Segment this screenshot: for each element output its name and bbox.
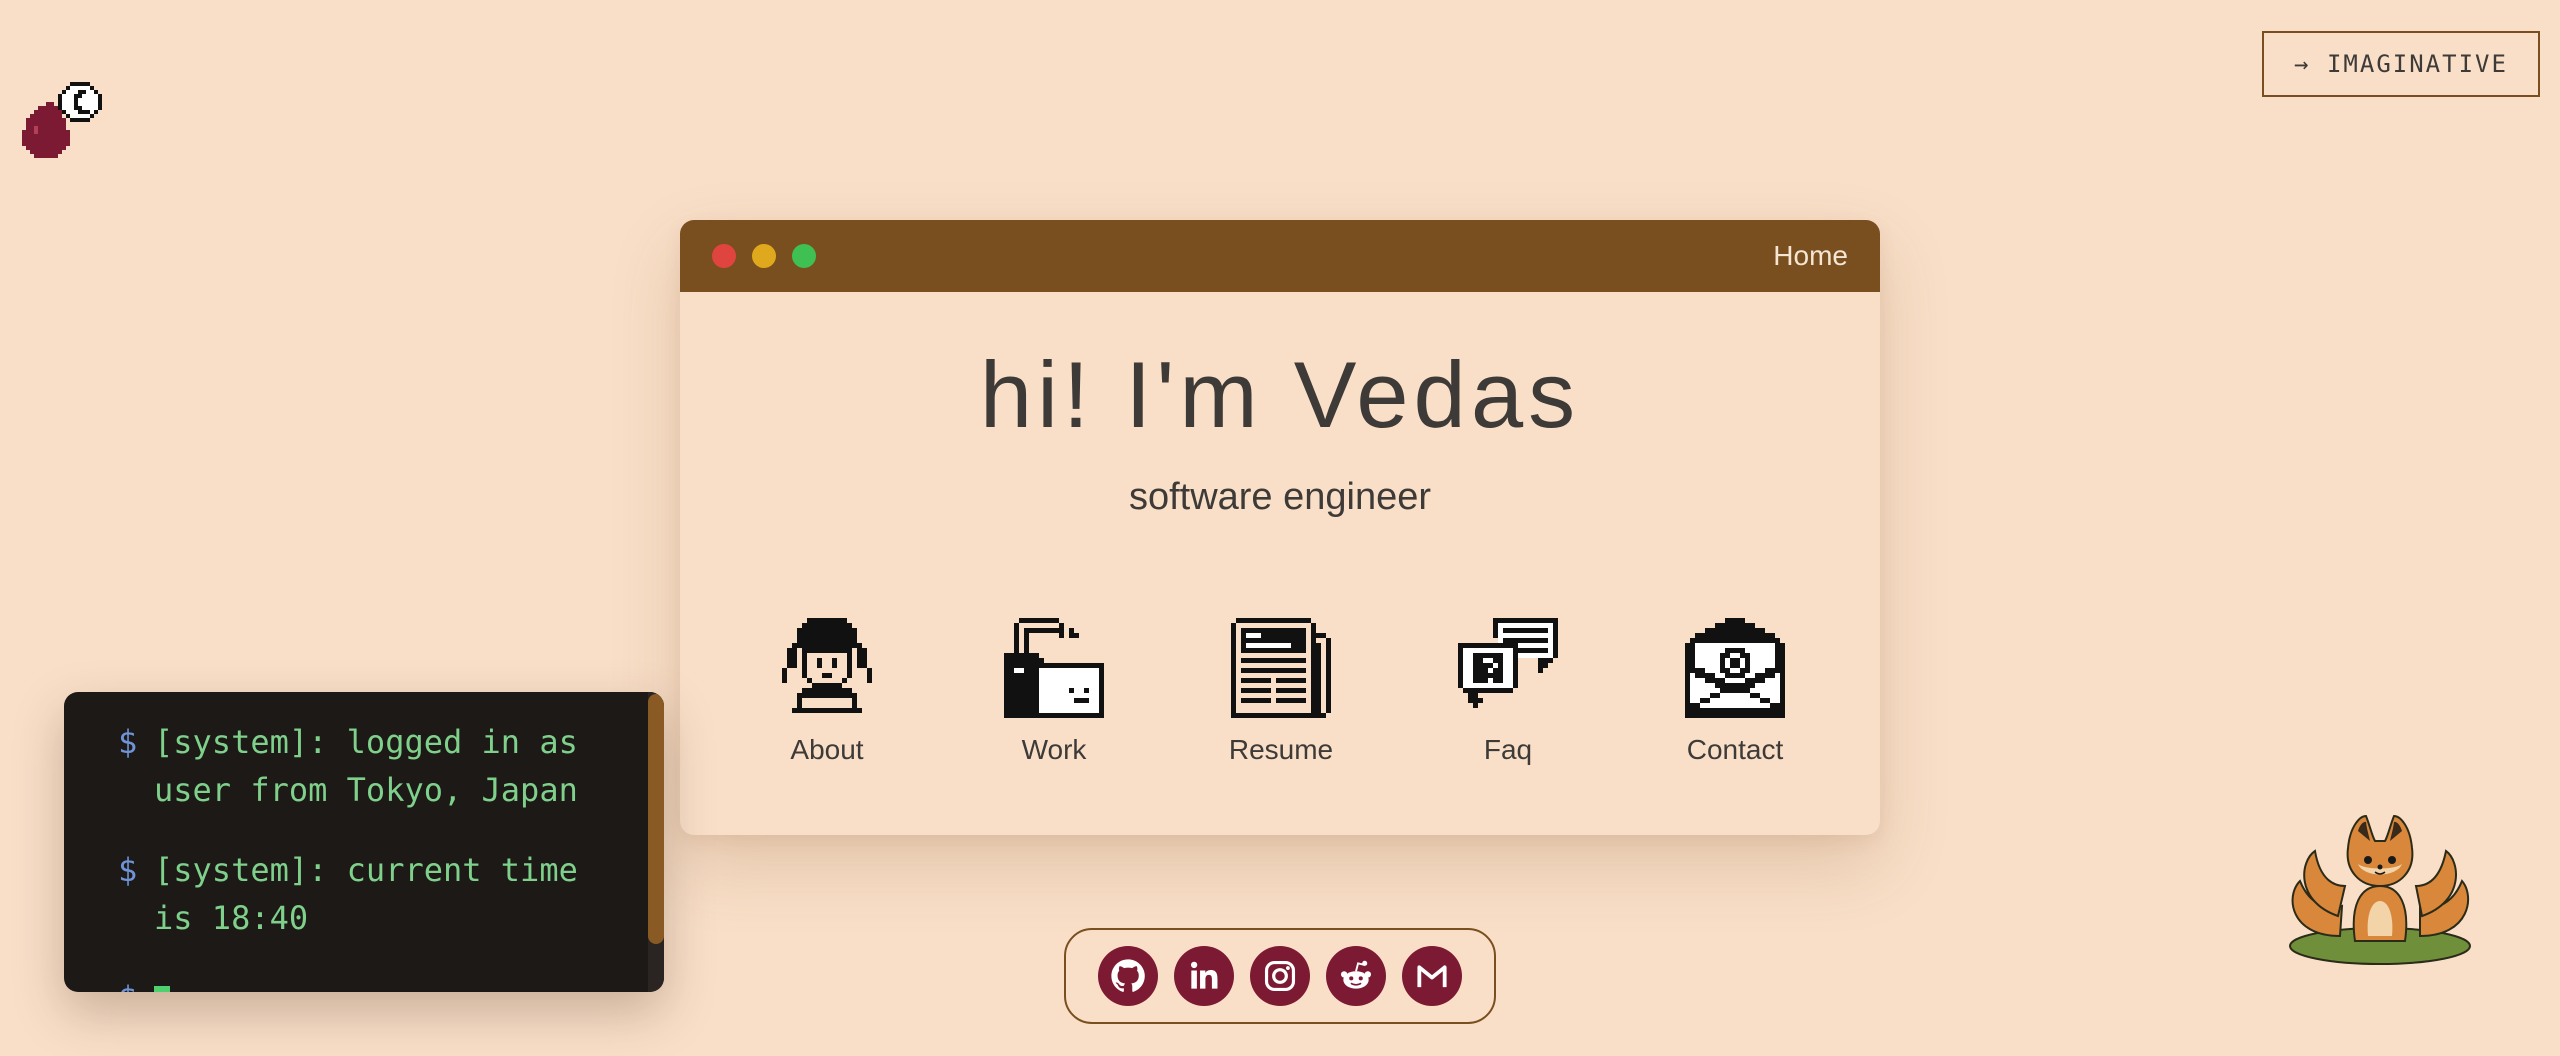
gmail-link[interactable] <box>1402 946 1462 1006</box>
folder-icon <box>1004 618 1104 718</box>
terminal-prompt: $ <box>118 974 154 992</box>
terminal-cursor <box>154 986 170 992</box>
app-faq[interactable]: Faq <box>1428 618 1588 766</box>
terminal-text: [system]: logged in as user from Tokyo, … <box>154 723 578 809</box>
github-icon <box>1111 959 1145 992</box>
app-resume[interactable]: Resume <box>1201 618 1361 766</box>
app-label: About <box>790 734 864 765</box>
arrow-icon: → <box>2294 50 2311 78</box>
instagram-link[interactable] <box>1250 946 1310 1006</box>
terminal-text: [system]: current time is 18:40 <box>154 851 578 937</box>
reddit-icon <box>1340 960 1372 989</box>
app-label: Work <box>1021 734 1087 765</box>
github-link[interactable] <box>1098 946 1158 1006</box>
terminal-line: $ [system]: current time is 18:40 <box>118 846 604 942</box>
app-contact[interactable]: Contact <box>1655 618 1815 766</box>
terminal-prompt: $ <box>118 851 138 889</box>
minimize-window-button[interactable] <box>752 244 776 268</box>
window-titlebar[interactable]: Home <box>680 220 1880 292</box>
terminal-panel[interactable]: $ [system]: logged in as user from Tokyo… <box>64 692 664 992</box>
terminal-input-line[interactable]: $ <box>118 974 604 992</box>
newspaper-icon <box>1231 618 1331 718</box>
speech-bubbles-icon <box>1458 618 1558 708</box>
terminal-line: $ [system]: logged in as user from Tokyo… <box>118 718 604 814</box>
fox-illustration <box>2280 786 2500 976</box>
imaginative-mode-button[interactable]: → IMAGINATIVE <box>2262 31 2540 97</box>
home-window: Home hi! I'm Vedas software engineer Abo… <box>680 220 1880 835</box>
close-window-button[interactable] <box>712 244 736 268</box>
envelope-icon <box>1685 618 1785 718</box>
theme-toggle-icon[interactable] <box>22 78 106 162</box>
app-label: Resume <box>1228 734 1334 765</box>
linkedin-link[interactable] <box>1174 946 1234 1006</box>
instagram-icon <box>1264 960 1296 992</box>
maximize-window-button[interactable] <box>792 244 816 268</box>
terminal-prompt: $ <box>118 723 138 761</box>
app-work[interactable]: Work <box>974 618 1134 766</box>
linkedin-icon <box>1190 961 1218 989</box>
terminal-scrollbar-thumb[interactable] <box>648 694 664 944</box>
reddit-link[interactable] <box>1326 946 1386 1006</box>
person-icon <box>782 618 872 713</box>
terminal-scrollbar[interactable] <box>648 692 664 992</box>
terminal-output: $ [system]: logged in as user from Tokyo… <box>118 718 604 992</box>
social-links-bar <box>1064 928 1496 1024</box>
window-title: Home <box>1773 240 1848 271</box>
hero-subtitle: software engineer <box>1128 476 1432 518</box>
app-label: Faq <box>1483 734 1533 765</box>
app-label: Contact <box>1686 734 1784 765</box>
gmail-icon <box>1417 965 1447 988</box>
app-about[interactable]: About <box>747 618 907 766</box>
imaginative-label: IMAGINATIVE <box>2326 50 2508 78</box>
hero-title: hi! I'm Vedas <box>979 342 1581 447</box>
